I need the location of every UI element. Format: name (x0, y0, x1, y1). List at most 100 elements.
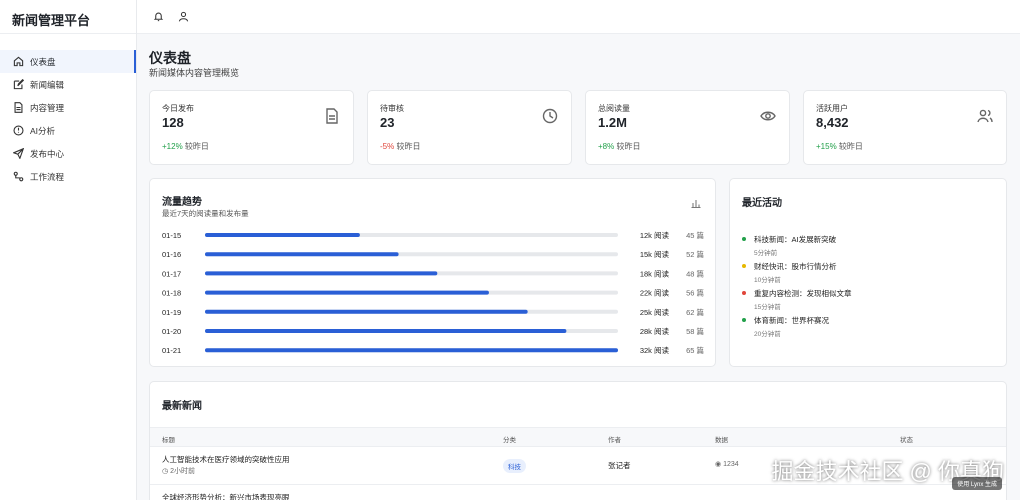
sidebar-item-workflow[interactable]: 工作流程 (0, 165, 136, 188)
table-header: 标题 分类 作者 数据 状态 (150, 427, 1006, 447)
news-title-cell[interactable]: 全球经济形势分析：新兴市场表现亮眼 (162, 492, 290, 500)
activity-item[interactable]: 重复内容检测：发现相似文章 15分钟前 (742, 288, 852, 311)
read-bar (205, 271, 438, 276)
stat-label: 今日发布 (162, 104, 194, 113)
stat-change-suffix: 较昨日 (616, 142, 641, 151)
activity-time: 5分钟前 (754, 250, 778, 257)
page-title: 仪表盘 (149, 50, 191, 66)
sidebar-item-news-edit[interactable]: 新闻编辑 (0, 73, 136, 96)
home-icon (13, 56, 24, 67)
post-label: 48 篇 (686, 268, 704, 278)
sidebar-item-label: AI分析 (30, 125, 56, 136)
stat-card-pending-review: 待审核 23 -5% 较昨日 (367, 90, 572, 165)
watermark-badge: 使用 Lynx 生成 (952, 477, 1002, 490)
sidebar-item-label: 新闻编辑 (30, 79, 65, 90)
stat-label: 活跃用户 (816, 104, 848, 113)
sidebar-item-label: 工作流程 (30, 171, 65, 182)
activity-text: 重复内容检测：发现相似文章 (754, 289, 852, 298)
read-label: 12k 阅读 (640, 230, 670, 240)
read-label: 18k 阅读 (640, 268, 670, 278)
activity-time: 20分钟前 (754, 331, 781, 338)
read-bar (205, 233, 360, 237)
news-title-cell[interactable]: 人工智能技术在医疗领域的突破性应用 (162, 454, 290, 465)
status-dot (742, 264, 746, 268)
status-dot (742, 291, 746, 295)
main-content: 仪表盘 新闻媒体内容管理概览 今日发布 128 +12% 较昨日 待审核 23 … (137, 34, 1020, 500)
sidebar-item-content[interactable]: 内容管理 (0, 96, 136, 119)
sidebar-item-label: 发布中心 (30, 148, 65, 159)
bell-icon[interactable] (153, 11, 164, 22)
column-header: 标题 (162, 437, 175, 444)
read-label: 32k 阅读 (640, 345, 670, 355)
sidebar-item-dashboard[interactable]: 仪表盘 (0, 50, 136, 73)
read-label: 25k 阅读 (640, 307, 670, 317)
stat-card-active-users: 活跃用户 8,432 +15% 较昨日 (803, 90, 1007, 165)
column-header: 状态 (900, 437, 913, 444)
category-label: 01-15 (162, 231, 181, 240)
category-label: 01-18 (162, 289, 181, 298)
read-bar (205, 329, 567, 333)
column-header: 作者 (608, 437, 621, 444)
send-icon (13, 148, 24, 159)
edit-icon (13, 79, 24, 90)
stat-change-value: -5% (380, 142, 395, 151)
file-icon (326, 108, 338, 124)
stat-change: +8% 较昨日 (598, 141, 640, 152)
stat-label: 总阅读量 (598, 104, 630, 113)
post-label: 56 篇 (686, 288, 704, 298)
category-label: 01-16 (162, 250, 181, 259)
category-label: 01-19 (162, 308, 181, 317)
news-time-text: 2小时前 (170, 468, 195, 475)
stat-card-total-reads: 总阅读量 1.2M +8% 较昨日 (585, 90, 790, 165)
read-label: 22k 阅读 (640, 288, 670, 298)
post-label: 62 篇 (686, 307, 704, 317)
activity-time: 15分钟前 (754, 304, 781, 311)
author-cell: 张记者 (608, 461, 631, 470)
read-bar (205, 309, 528, 314)
ai-icon (13, 125, 24, 136)
user-icon[interactable] (178, 11, 189, 22)
clock-icon: ◷ (162, 468, 169, 475)
post-label: 58 篇 (686, 326, 704, 336)
stat-label: 待审核 (380, 104, 404, 113)
read-label: 15k 阅读 (640, 249, 670, 259)
sidebar-item-ai[interactable]: AI分析 (0, 119, 136, 142)
activity-item[interactable]: 财经快讯：股市行情分析 10分钟前 (742, 261, 837, 284)
post-label: 52 篇 (686, 249, 704, 259)
category-label: 01-20 (162, 327, 181, 336)
stat-value: 23 (380, 115, 395, 130)
eye-icon (760, 111, 776, 121)
sidebar-nav: 仪表盘 新闻编辑 内容管理 AI分析 发布中心 工作流程 (0, 34, 136, 188)
category-label: 01-17 (162, 269, 181, 278)
recent-activity-card: 最近活动 科技新闻：AI发展新突破 5分钟前 财经快讯：股市行情分析 10分钟前… (729, 178, 1007, 367)
sidebar: 新闻管理平台 仪表盘 新闻编辑 内容管理 AI分析 发布中心 工作流程 (0, 0, 137, 500)
stat-change-value: +12% (162, 142, 183, 151)
traffic-bar-chart: 01-15 12k 阅读 45 篇 01-16 15k 阅读 52 篇 01-17 18k 阅… (162, 230, 704, 355)
document-icon (14, 102, 23, 113)
activity-item[interactable]: 科技新闻：AI发展新突破 5分钟前 (742, 234, 836, 257)
activity-time: 10分钟前 (754, 277, 781, 284)
eye-icon: ◉ (715, 461, 722, 468)
news-title: 最新新闻 (162, 401, 202, 412)
stat-value: 1.2M (598, 115, 627, 130)
post-label: 45 篇 (686, 230, 704, 240)
sidebar-item-label: 仪表盘 (30, 56, 56, 67)
stat-card-today-published: 今日发布 128 +12% 较昨日 (149, 90, 354, 165)
activity-item[interactable]: 体育新闻：世界杯赛况 20分钟前 (742, 315, 829, 338)
stat-change-value: +15% (816, 142, 837, 151)
read-count: 1234 (723, 461, 739, 468)
workflow-icon (13, 171, 24, 182)
stat-value: 8,432 (816, 115, 849, 130)
stat-change-suffix: 较昨日 (396, 142, 421, 151)
activity-title: 最近活动 (742, 198, 782, 209)
stat-value: 128 (162, 115, 184, 130)
sidebar-item-publish[interactable]: 发布中心 (0, 142, 136, 165)
news-time: ◷ 2小时前 (162, 466, 195, 476)
category-label: 01-21 (162, 346, 181, 355)
stat-change-value: +8% (598, 142, 615, 151)
clock-icon (542, 108, 558, 124)
read-bar (205, 290, 489, 295)
stat-change-suffix: 较昨日 (184, 142, 209, 151)
top-bar (137, 0, 1020, 34)
read-bar (205, 348, 618, 353)
